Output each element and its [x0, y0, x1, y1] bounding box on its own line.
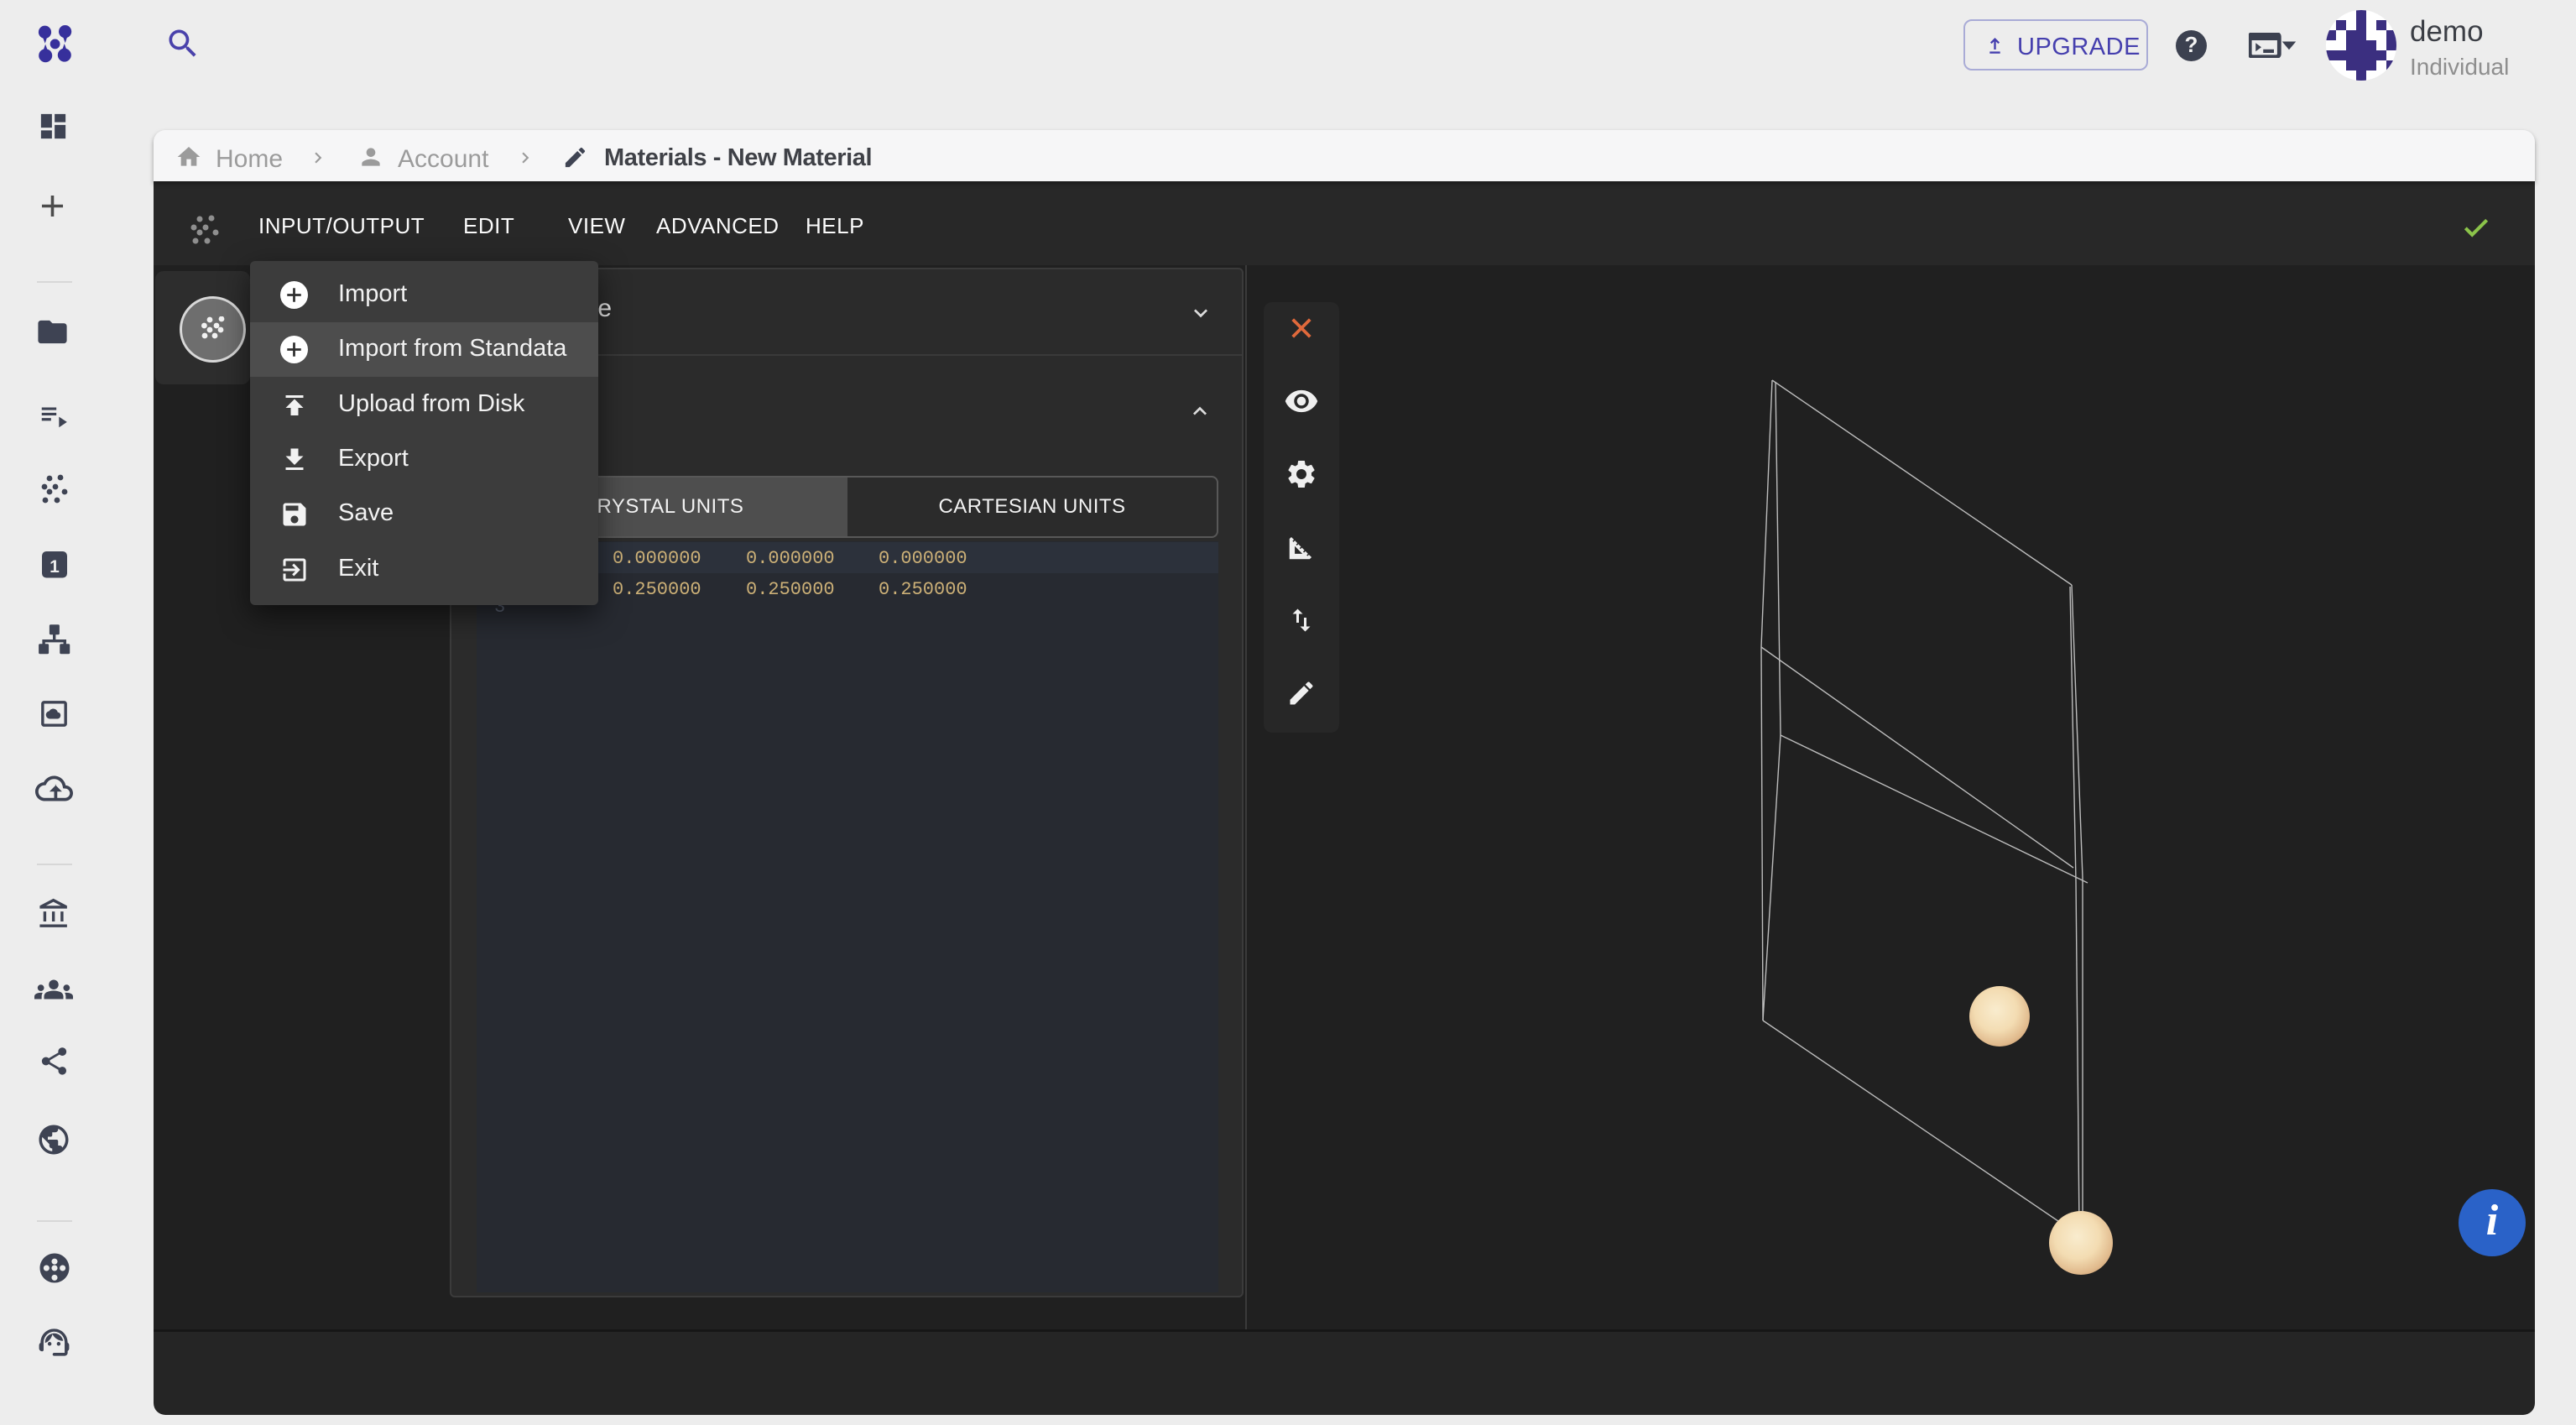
- svg-text:1: 1: [50, 557, 60, 577]
